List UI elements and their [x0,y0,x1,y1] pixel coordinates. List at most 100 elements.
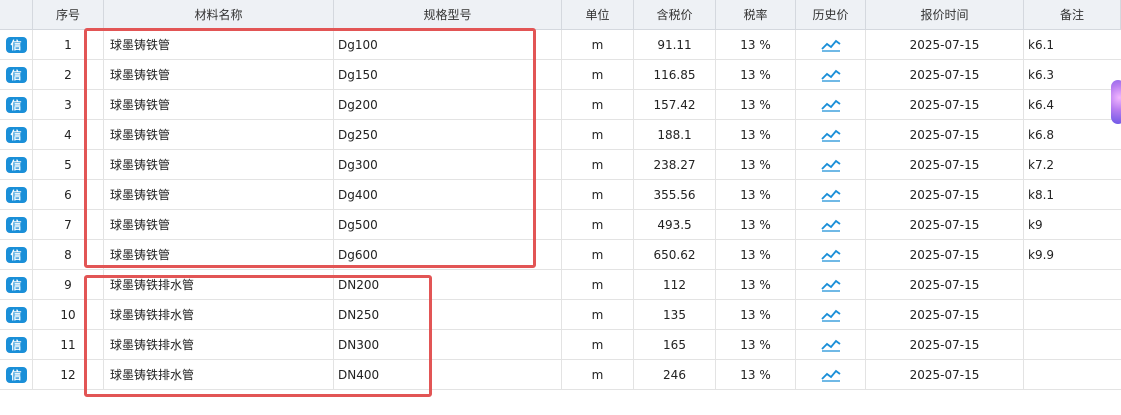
note [1024,270,1121,299]
history-cell[interactable] [796,270,866,299]
tax-rate: 13 % [716,120,796,149]
line-chart-icon[interactable] [820,128,841,142]
spec: Dg300 [334,150,562,179]
header-tax[interactable]: 税率 [716,0,796,29]
info-badge-icon[interactable]: 信 [5,186,27,203]
tax-rate: 13 % [716,150,796,179]
line-chart-icon[interactable] [820,98,841,112]
line-chart-icon[interactable] [820,158,841,172]
table-header: 序号 材料名称 规格型号 单位 含税价 税率 历史价 报价时间 备注 [0,0,1121,30]
badge-cell[interactable]: 信 [0,360,33,389]
floating-assistant-icon[interactable] [1111,80,1121,124]
price: 112 [634,270,716,299]
table-row[interactable]: 信 5 球墨铸铁管 Dg300 m 238.27 13 % 2025-07-15 k7.2 [0,150,1121,180]
table-row[interactable]: 信 4 球墨铸铁管 Dg250 m 188.1 13 % 2025-07-15 k6.8 [0,120,1121,150]
line-chart-icon[interactable] [820,368,841,382]
table-row[interactable]: 信 1 球墨铸铁管 Dg100 m 91.11 13 % 2025-07-15 k6.1 [0,30,1121,60]
line-chart-icon[interactable] [820,68,841,82]
info-badge-icon[interactable]: 信 [5,156,27,173]
table-row[interactable]: 信 3 球墨铸铁管 Dg200 m 157.42 13 % 2025-07-15 k6.4 [0,90,1121,120]
price: 157.42 [634,90,716,119]
header-note[interactable]: 备注 [1024,0,1121,29]
line-chart-icon[interactable] [820,38,841,52]
header-no[interactable]: 序号 [33,0,104,29]
header-date[interactable]: 报价时间 [866,0,1024,29]
spec: DN300 [334,330,562,359]
quote-date: 2025-07-15 [866,240,1024,269]
history-cell[interactable] [796,240,866,269]
badge-cell[interactable]: 信 [0,270,33,299]
history-cell[interactable] [796,90,866,119]
quote-date: 2025-07-15 [866,360,1024,389]
info-badge-icon[interactable]: 信 [5,246,27,263]
badge-cell[interactable]: 信 [0,150,33,179]
header-history[interactable]: 历史价 [796,0,866,29]
row-no: 6 [33,180,104,209]
unit: m [562,120,634,149]
quote-date: 2025-07-15 [866,60,1024,89]
spec: Dg100 [334,30,562,59]
row-no: 3 [33,90,104,119]
history-cell[interactable] [796,60,866,89]
info-badge-icon[interactable]: 信 [5,306,27,323]
table-body: 信 1 球墨铸铁管 Dg100 m 91.11 13 % 2025-07-15 k6.1 信 2 球墨… [0,30,1121,390]
history-cell[interactable] [796,300,866,329]
history-cell[interactable] [796,360,866,389]
history-cell[interactable] [796,30,866,59]
tax-rate: 13 % [716,30,796,59]
material-name: 球墨铸铁管 [104,120,334,149]
price: 165 [634,330,716,359]
info-badge-icon[interactable]: 信 [5,96,27,113]
unit: m [562,210,634,239]
unit: m [562,90,634,119]
table-row[interactable]: 信 2 球墨铸铁管 Dg150 m 116.85 13 % 2025-07-15 k6.3 [0,60,1121,90]
header-badge-col [0,0,33,29]
spec: Dg150 [334,60,562,89]
row-no: 7 [33,210,104,239]
table-row[interactable]: 信 7 球墨铸铁管 Dg500 m 493.5 13 % 2025-07-15 k9 [0,210,1121,240]
header-material-name[interactable]: 材料名称 [104,0,334,29]
table-row[interactable]: 信 9 球墨铸铁排水管 DN200 m 112 13 % 2025-07-15 [0,270,1121,300]
table-row[interactable]: 信 6 球墨铸铁管 Dg400 m 355.56 13 % 2025-07-15 k8.1 [0,180,1121,210]
row-no: 4 [33,120,104,149]
info-badge-icon[interactable]: 信 [5,276,27,293]
history-cell[interactable] [796,120,866,149]
history-cell[interactable] [796,150,866,179]
badge-cell[interactable]: 信 [0,90,33,119]
table-row[interactable]: 信 10 球墨铸铁排水管 DN250 m 135 13 % 2025-07-15 [0,300,1121,330]
info-badge-icon[interactable]: 信 [5,66,27,83]
header-spec[interactable]: 规格型号 [334,0,562,29]
line-chart-icon[interactable] [820,278,841,292]
info-badge-icon[interactable]: 信 [5,216,27,233]
badge-cell[interactable]: 信 [0,240,33,269]
history-cell[interactable] [796,330,866,359]
unit: m [562,360,634,389]
price: 650.62 [634,240,716,269]
header-unit[interactable]: 单位 [562,0,634,29]
table-row[interactable]: 信 11 球墨铸铁排水管 DN300 m 165 13 % 2025-07-15 [0,330,1121,360]
material-name: 球墨铸铁管 [104,210,334,239]
badge-cell[interactable]: 信 [0,210,33,239]
info-badge-icon[interactable]: 信 [5,36,27,53]
tax-rate: 13 % [716,240,796,269]
price-table: 序号 材料名称 规格型号 单位 含税价 税率 历史价 报价时间 备注 信 1 球墨铸… [0,0,1121,390]
info-badge-icon[interactable]: 信 [5,366,27,383]
badge-cell[interactable]: 信 [0,120,33,149]
line-chart-icon[interactable] [820,338,841,352]
line-chart-icon[interactable] [820,188,841,202]
info-badge-icon[interactable]: 信 [5,336,27,353]
badge-cell[interactable]: 信 [0,60,33,89]
line-chart-icon[interactable] [820,218,841,232]
table-row[interactable]: 信 8 球墨铸铁管 Dg600 m 650.62 13 % 2025-07-15 k9.9 [0,240,1121,270]
badge-cell[interactable]: 信 [0,180,33,209]
table-row[interactable]: 信 12 球墨铸铁排水管 DN400 m 246 13 % 2025-07-15 [0,360,1121,390]
history-cell[interactable] [796,180,866,209]
history-cell[interactable] [796,210,866,239]
line-chart-icon[interactable] [820,308,841,322]
badge-cell[interactable]: 信 [0,330,33,359]
header-price[interactable]: 含税价 [634,0,716,29]
badge-cell[interactable]: 信 [0,300,33,329]
badge-cell[interactable]: 信 [0,30,33,59]
line-chart-icon[interactable] [820,248,841,262]
info-badge-icon[interactable]: 信 [5,126,27,143]
